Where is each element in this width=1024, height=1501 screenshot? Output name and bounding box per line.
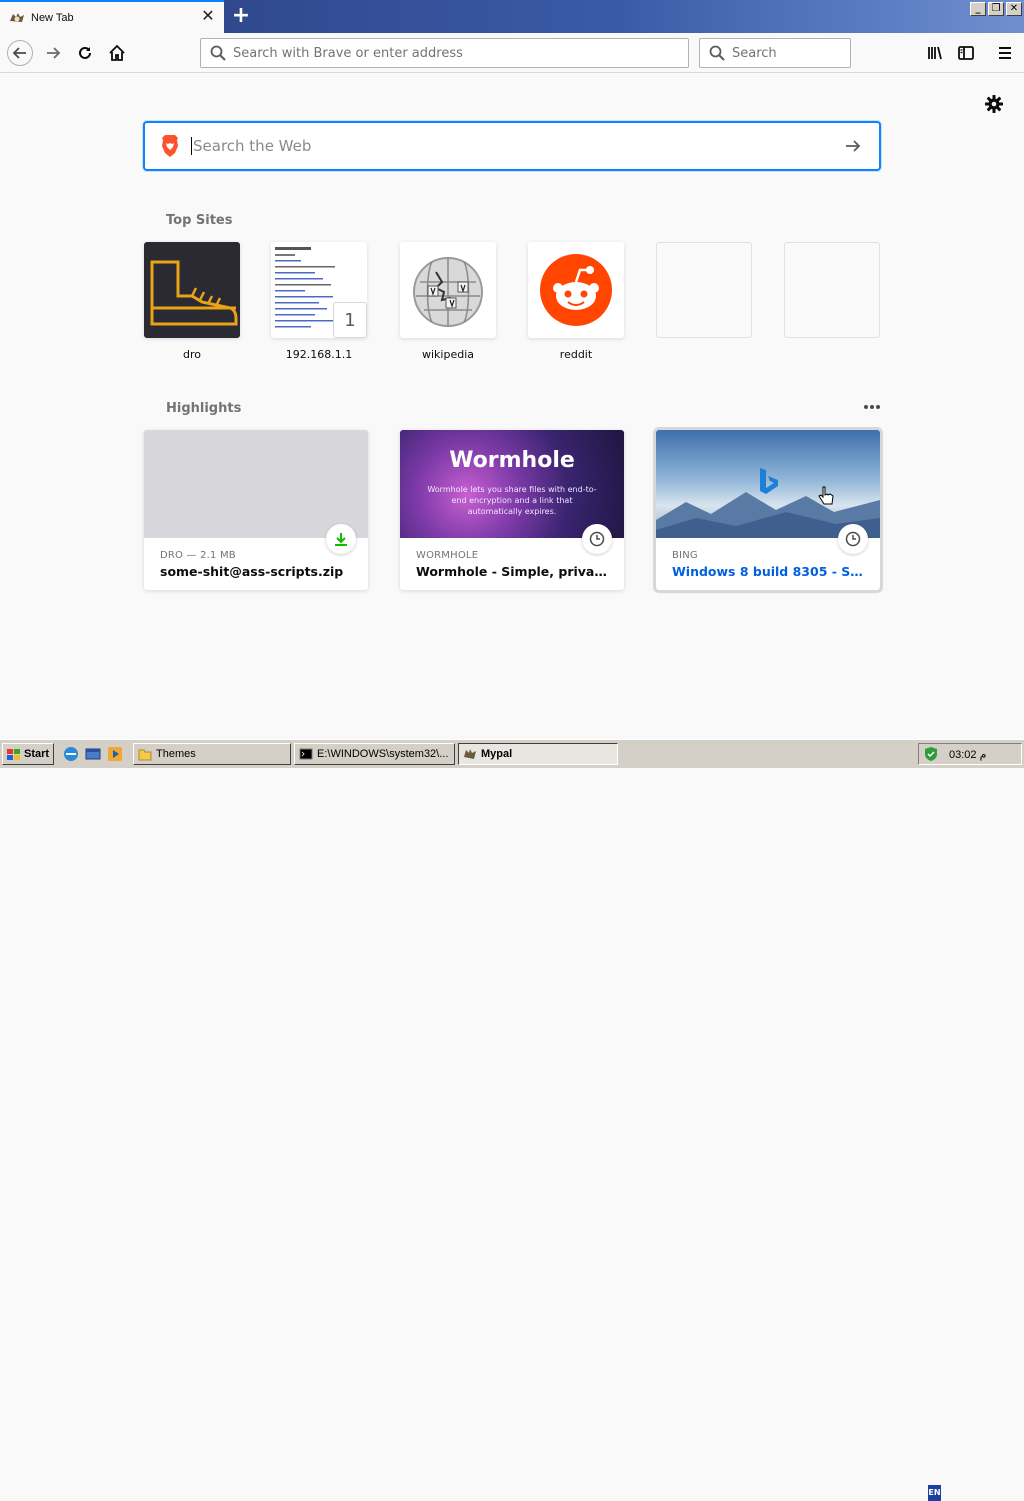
wormhole-preview-image: Wormhole Wormhole lets you share files w…: [400, 430, 624, 538]
sidebar-button[interactable]: [954, 41, 978, 65]
folder-icon: [138, 749, 152, 761]
search-icon: [709, 45, 725, 61]
wikipedia-globe-icon: [413, 257, 483, 327]
hand-cursor-icon: [818, 486, 834, 505]
mypal-icon: [464, 749, 476, 759]
card-badge: [326, 524, 356, 554]
home-button[interactable]: [105, 41, 129, 65]
start-button[interactable]: Start: [2, 743, 54, 765]
arrow-left-icon: [12, 47, 26, 59]
close-tab-icon[interactable]: ✕: [201, 8, 215, 24]
reddit-icon: [540, 254, 612, 326]
card-source: DRO — 2.1 MB: [160, 550, 236, 561]
taskbar-item-label: Mypal: [481, 748, 513, 760]
more-options-icon[interactable]: [862, 399, 882, 415]
top-site-tile-wikipedia[interactable]: [400, 242, 496, 338]
internet-explorer-icon[interactable]: [62, 745, 80, 763]
back-button[interactable]: [7, 40, 33, 66]
reload-icon: [79, 46, 91, 59]
tab-new-tab[interactable]: New Tab ✕: [0, 0, 224, 33]
close-window-button[interactable]: ✕: [1006, 2, 1022, 16]
card-placeholder-image: [144, 430, 368, 538]
address-input[interactable]: [233, 45, 688, 61]
menu-button[interactable]: [993, 41, 1017, 65]
top-site-tile-reddit[interactable]: [528, 242, 624, 338]
windows-logo-icon: [7, 749, 20, 760]
boot-icon: [150, 260, 238, 326]
brave-logo-icon: [162, 135, 178, 157]
restore-button[interactable]: ❐: [988, 2, 1004, 16]
top-sites-heading: Top Sites: [166, 213, 233, 228]
highlight-card[interactable]: DRO — 2.1 MB some-shit@ass-scripts.zip: [144, 430, 368, 590]
top-site-label: 192.168.1.1: [285, 348, 353, 361]
search-bar[interactable]: [699, 38, 851, 68]
start-label: Start: [24, 748, 50, 760]
clock: 03:02 م: [949, 748, 987, 761]
web-search-box[interactable]: [143, 121, 881, 171]
highlight-card[interactable]: BING Windows 8 build 8305 - Search: [653, 427, 883, 593]
highlight-card[interactable]: Wormhole Wormhole lets you share files w…: [400, 430, 624, 590]
arrow-right-icon[interactable]: [843, 136, 863, 156]
download-icon: [335, 533, 347, 546]
taskbar-item-label: Themes: [156, 748, 196, 760]
wormhole-image-heading: Wormhole: [449, 448, 575, 473]
library-icon: [928, 46, 942, 60]
clock-icon: [845, 531, 861, 547]
card-badge: [838, 524, 868, 554]
card-source: WORMHOLE: [416, 550, 479, 561]
bing-preview-image: [656, 430, 880, 538]
home-icon: [109, 44, 125, 61]
top-site-label: reddit: [559, 348, 593, 361]
top-site-tile-dro[interactable]: [144, 242, 240, 338]
gear-icon[interactable]: [984, 94, 1004, 114]
top-site-empty-slot: [656, 242, 752, 338]
card-source: BING: [672, 550, 698, 561]
card-title: Wormhole - Simple, private file sharing: [416, 564, 612, 579]
top-site-label: dro: [183, 348, 201, 361]
taskbar-item-themes[interactable]: Themes: [133, 743, 291, 765]
top-site-tile-router[interactable]: 1: [271, 242, 367, 338]
command-prompt-icon: [299, 748, 313, 760]
top-site-label: wikipedia: [421, 348, 474, 361]
minimize-button[interactable]: _: [970, 2, 986, 16]
forward-button[interactable]: [41, 41, 65, 65]
new-tab-button[interactable]: +: [230, 5, 252, 27]
top-site-empty-slot: [784, 242, 880, 338]
media-player-icon[interactable]: [106, 745, 124, 763]
highlights-heading: Highlights: [166, 401, 242, 416]
system-tray: 03:02 م: [918, 743, 1022, 765]
mypal-favicon-icon: [10, 12, 24, 22]
hamburger-menu-icon: [999, 47, 1011, 59]
navigation-toolbar: [0, 33, 1024, 73]
search-icon: [210, 45, 226, 61]
wormhole-image-text: Wormhole lets you share files with end-t…: [427, 485, 597, 516]
taskbar-item-mypal[interactable]: Mypal: [458, 743, 618, 765]
web-search-input[interactable]: [191, 137, 843, 155]
library-button[interactable]: [923, 41, 947, 65]
window-controls: _ ❐ ✕: [970, 2, 1022, 16]
taskbar-item-cmd[interactable]: E:\WINDOWS\system32\...: [294, 743, 455, 765]
language-indicator[interactable]: EN: [928, 1485, 941, 1501]
card-title: Windows 8 build 8305 - Search: [672, 564, 868, 579]
taskbar-item-label: E:\WINDOWS\system32\...: [317, 748, 449, 760]
windows-taskbar: Start Themes E:\WINDOWS\system32\... Myp…: [0, 739, 1024, 1501]
search-input[interactable]: [732, 45, 850, 61]
arrow-right-icon: [47, 47, 61, 59]
title-bar: New Tab ✕ + _ ❐ ✕: [0, 0, 1024, 33]
tab-title: New Tab: [31, 11, 74, 24]
address-bar[interactable]: [200, 38, 689, 68]
sidebar-icon: [958, 46, 974, 60]
security-shield-icon[interactable]: [923, 746, 939, 762]
top-site-badge: 1: [333, 302, 367, 338]
card-badge: [582, 524, 612, 554]
clock-icon: [589, 531, 605, 547]
new-tab-page: Top Sites dro 1 192.168.1.1: [0, 74, 1024, 738]
card-title: some-shit@ass-scripts.zip: [160, 564, 344, 579]
bing-logo-icon: [760, 468, 778, 494]
reload-button[interactable]: [73, 41, 97, 65]
show-desktop-icon[interactable]: [84, 745, 102, 763]
